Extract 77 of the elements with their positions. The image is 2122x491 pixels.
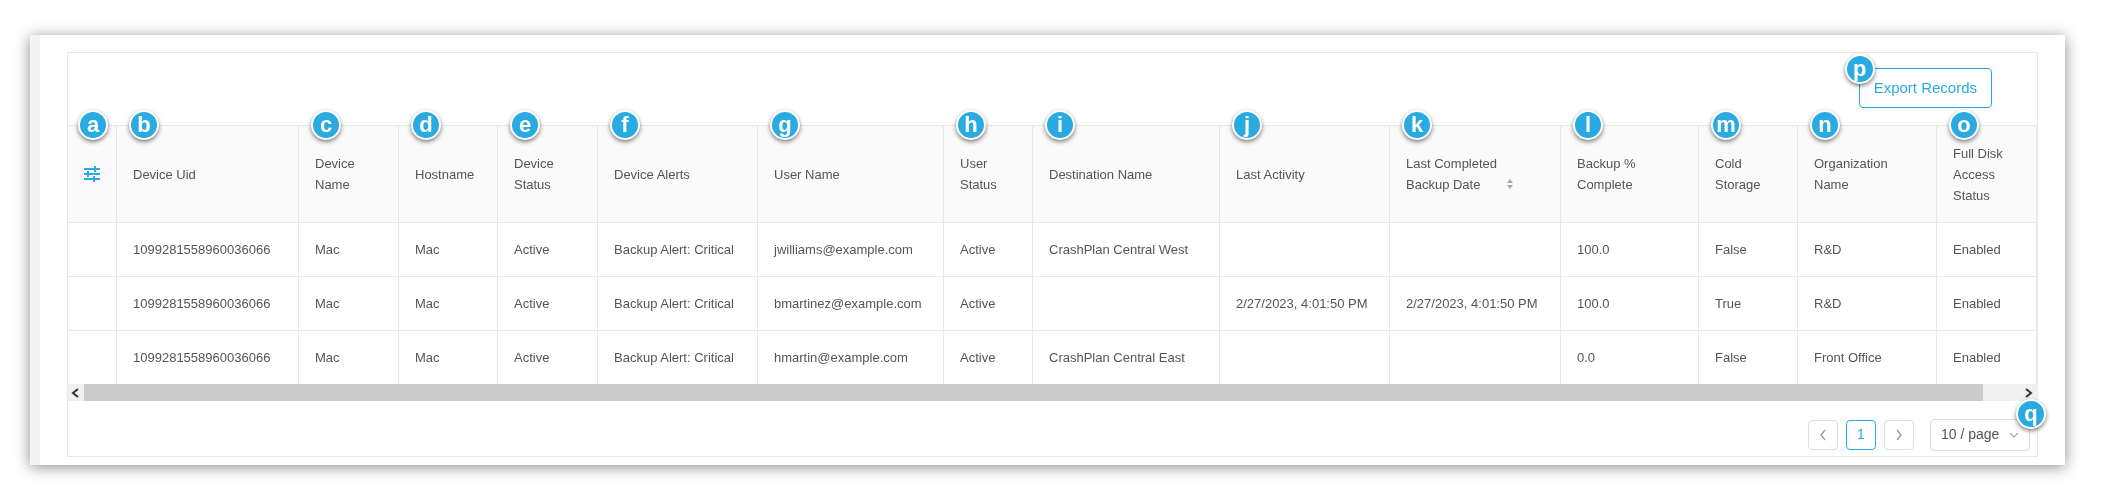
table-cell-text: Enabled xyxy=(1953,294,2001,313)
callout-badge: p xyxy=(1844,54,1875,84)
column-header: User Name xyxy=(774,165,840,184)
table-cell-text: bmartinez@example.com xyxy=(774,294,922,313)
table-cell-text: Backup Alert: Critical xyxy=(614,240,734,259)
column-header: Device Name xyxy=(315,155,356,194)
callout-badge: n xyxy=(1810,110,1840,140)
table-cell-text: 1099281558960036066 xyxy=(133,240,271,259)
callout-badge: f xyxy=(610,110,640,140)
callout-badge: c xyxy=(311,110,341,140)
chevron-right-icon xyxy=(1895,428,1903,441)
column-header: Cold Storage xyxy=(1715,155,1762,194)
table-cell-text: Mac xyxy=(315,348,340,367)
table-cell-text: Backup Alert: Critical xyxy=(614,348,734,367)
column-header: Backup % Complete xyxy=(1577,155,1637,194)
horizontal-scrollbar[interactable] xyxy=(68,384,2038,401)
callout-badge: m xyxy=(1711,110,1741,140)
column-header: Device Alerts xyxy=(614,165,690,184)
table-cell-text: Mac xyxy=(315,240,340,259)
column-header: Hostname xyxy=(415,165,475,184)
callout-badge: b xyxy=(129,110,159,140)
previous-page-button[interactable] xyxy=(1808,419,1838,450)
callout-badge: i xyxy=(1045,110,1075,140)
table-cell-text: Mac xyxy=(315,294,340,313)
chevron-left-icon xyxy=(1819,428,1827,441)
table-cell-text: Active xyxy=(960,240,996,259)
column-header: Organization Name xyxy=(1814,155,1889,194)
page-button[interactable]: 1 xyxy=(1846,419,1876,450)
callout-badge: j xyxy=(1232,110,1262,140)
table-cell-text: Active xyxy=(514,240,550,259)
table-cell-text: jwilliams@example.com xyxy=(774,240,913,259)
column-header: Full Disk Access Status xyxy=(1953,144,2004,205)
table-cell-text: True xyxy=(1715,294,1742,313)
column-header: Device Status xyxy=(514,155,555,194)
callout-badge: o xyxy=(1949,110,1979,140)
table-cell-text: Backup Alert: Critical xyxy=(614,294,734,313)
table-cell-text: False xyxy=(1715,348,1747,367)
table-cell-text: Front Office xyxy=(1814,348,1882,367)
next-page-button[interactable] xyxy=(1884,419,1914,450)
column-header: User Status xyxy=(960,155,998,194)
table-cell-text: Mac xyxy=(415,240,440,259)
table-cell-text: R&D xyxy=(1814,240,1842,259)
table-cell-text: hmartin@example.com xyxy=(774,348,908,367)
table-cell-text: 0.0 xyxy=(1577,348,1596,367)
table-cell-text: Active xyxy=(514,348,550,367)
table-cell-text: Mac xyxy=(415,348,440,367)
callout-badge: e xyxy=(510,110,540,140)
settings-sliders-icon[interactable] xyxy=(83,166,101,182)
column-header: Destination Name xyxy=(1049,165,1153,184)
callout-badge: k xyxy=(1402,110,1432,140)
callout-badge: d xyxy=(411,110,441,140)
column-header: Last Completed Backup Date xyxy=(1406,155,1499,194)
callout-badge: h xyxy=(956,110,986,140)
table-cell-text: False xyxy=(1715,240,1747,259)
table-cell-text: Enabled xyxy=(1953,240,2001,259)
chevron-down-icon xyxy=(2009,431,2019,438)
callout-badge: q xyxy=(2016,398,2046,429)
table-cell-text: 2/27/2023, 4:01:50 PM xyxy=(1236,294,1368,313)
table-cell-text: Active xyxy=(514,294,550,313)
table-cell-text: Enabled xyxy=(1953,348,2001,367)
table-cell-text: 1099281558960036066 xyxy=(133,348,271,367)
table-cell-text: R&D xyxy=(1814,294,1842,313)
table-cell-text: 2/27/2023, 4:01:50 PM xyxy=(1406,294,1538,313)
column-header: Last Activity xyxy=(1236,165,1305,184)
sort-icon[interactable] xyxy=(1506,178,1514,190)
callout-badge: g xyxy=(770,110,800,140)
table-cell-text: Active xyxy=(960,348,996,367)
table-cell-text: Active xyxy=(960,294,996,313)
column-header: Device Uid xyxy=(133,165,196,184)
table-cell-text: 1099281558960036066 xyxy=(133,294,271,313)
table-cell-text: CrashPlan Central West xyxy=(1049,240,1189,259)
table-cell-text: CrashPlan Central East xyxy=(1049,348,1185,367)
callout-badge: l xyxy=(1573,110,1603,140)
table-cell-text: 100.0 xyxy=(1577,294,1610,313)
callout-badge: a xyxy=(78,110,108,140)
table-cell-text: 100.0 xyxy=(1577,240,1610,259)
table-cell-text: Mac xyxy=(415,294,440,313)
